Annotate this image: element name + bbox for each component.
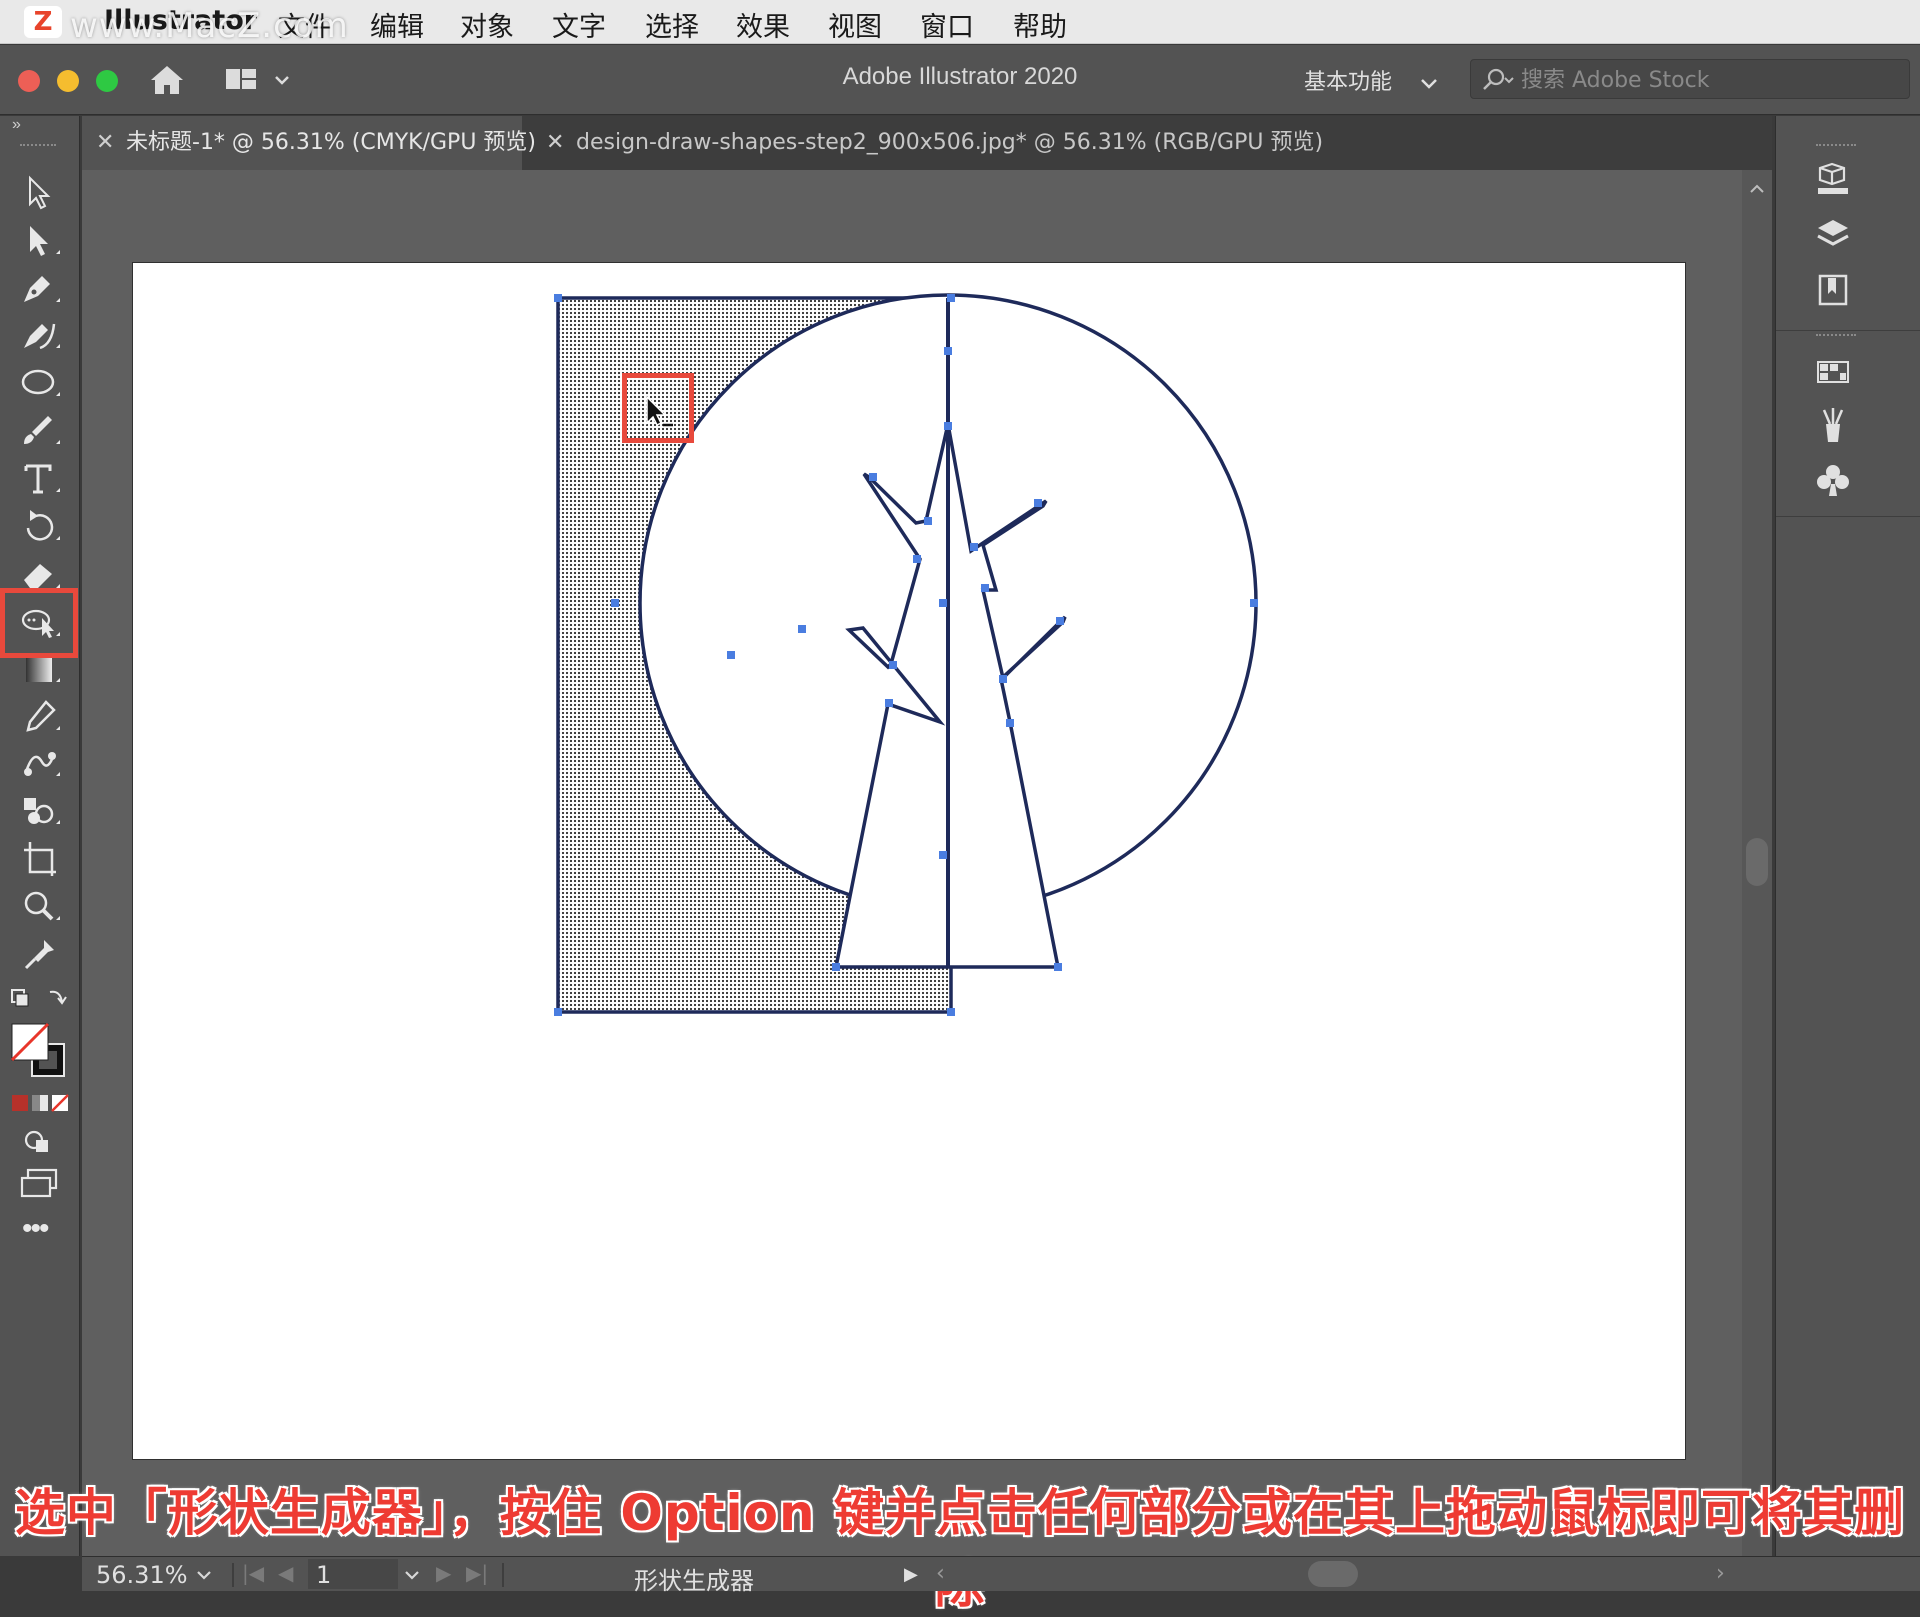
horizontal-scroll-thumb[interactable] <box>1308 1561 1358 1587</box>
pen-tool-icon[interactable] <box>16 268 64 308</box>
menu-type[interactable]: 文字 <box>552 5 606 44</box>
stock-search-input[interactable] <box>1521 66 1901 94</box>
artboard[interactable] <box>132 262 1686 1460</box>
close-tab-icon[interactable]: ✕ <box>546 116 566 170</box>
selection-tool-icon[interactable] <box>16 172 64 212</box>
tab-label: 未标题-1* @ 56.31% (CMYK/GPU 预览) <box>126 130 536 155</box>
canvas[interactable] <box>82 170 1772 1556</box>
title-bar: Adobe Illustrator 2020 基本功能 <box>0 45 1920 115</box>
toolbar-grip[interactable] <box>20 144 56 148</box>
previous-artboard-icon[interactable]: ◀ <box>278 1561 293 1585</box>
tab-design-draw-shapes[interactable]: ✕ design-draw-shapes-step2_900x506.jpg* @… <box>532 116 1352 170</box>
vertical-scrollbar[interactable] <box>1742 170 1772 1556</box>
menu-object[interactable]: 对象 <box>460 5 514 44</box>
scroll-up-icon[interactable] <box>1748 182 1766 194</box>
artboard-number: 1 <box>316 1561 332 1589</box>
fill-stroke-swatch[interactable] <box>10 1022 70 1084</box>
default-fill-stroke-icon[interactable] <box>10 984 70 1014</box>
panel-divider <box>1776 516 1920 517</box>
app-logo-icon: Z <box>24 6 62 38</box>
right-panel-dock <box>1775 116 1920 1556</box>
status-divider <box>502 1563 504 1587</box>
menu-help[interactable]: 帮助 <box>1013 5 1067 44</box>
scroll-left-icon[interactable]: ‹ <box>936 1561 945 1586</box>
paintbrush-tool-icon[interactable] <box>16 410 64 450</box>
workspace-switcher[interactable]: 基本功能 <box>1304 64 1441 96</box>
panel-grip[interactable] <box>1816 144 1856 148</box>
chevron-down-icon <box>1421 79 1437 89</box>
tutorial-caption: 选中「形状生成器」，按住 Option 键并点击任何部分或在其上拖动鼠标即可将其… <box>14 1483 1906 1615</box>
symbols-panel-icon[interactable] <box>1810 460 1856 500</box>
status-menu-icon[interactable]: ▶ <box>904 1564 918 1585</box>
eyedropper-tool-icon[interactable] <box>16 696 64 736</box>
swatches-panel-icon[interactable] <box>1810 352 1856 392</box>
panel-grip[interactable] <box>1816 334 1856 338</box>
panel-divider <box>1776 330 1920 331</box>
status-bar: 56.31% |◀ ◀ 1 ▶ ▶| 形状生成器 ▶ ‹ › <box>82 1556 1920 1595</box>
zoom-level[interactable]: 56.31% <box>96 1561 188 1589</box>
adobe-stock-search[interactable] <box>1470 59 1910 99</box>
menu-bar: Z Illustrator 文件 编辑 对象 文字 选择 效果 视图 窗口 帮助… <box>0 0 1920 46</box>
artboard-number-field[interactable]: 1 <box>308 1559 398 1589</box>
libraries-panel-icon[interactable] <box>1810 270 1856 310</box>
zoom-tool-icon[interactable] <box>16 886 64 926</box>
close-tab-icon[interactable]: ✕ <box>96 116 116 170</box>
workspace-label: 基本功能 <box>1304 70 1393 95</box>
puppet-warp-tool-icon[interactable] <box>16 934 64 974</box>
direct-selection-tool-icon[interactable] <box>16 220 64 260</box>
menu-effect[interactable]: 效果 <box>736 5 790 44</box>
rotate-tool-icon[interactable] <box>16 506 64 546</box>
shape-builder-cursor-icon <box>646 395 673 427</box>
symbol-sprayer-tool-icon[interactable] <box>16 790 64 830</box>
artboard-tool-icon[interactable] <box>16 838 64 878</box>
watermark: www.MacZ.com <box>70 6 349 46</box>
draw-mode-icon[interactable] <box>22 1126 58 1156</box>
tab-label: design-draw-shapes-step2_900x506.jpg* @ … <box>576 130 1324 155</box>
brushes-panel-icon[interactable] <box>1810 406 1856 446</box>
tools-panel: » ••• <box>0 116 80 1556</box>
menu-select[interactable]: 选择 <box>645 5 699 44</box>
document-tabs: ✕ 未标题-1* @ 56.31% (CMYK/GPU 预览) ✕ design-d… <box>82 116 1772 170</box>
curvature-tool-icon[interactable] <box>16 314 64 354</box>
color-mode-icon[interactable] <box>10 1092 70 1114</box>
type-tool-icon[interactable] <box>16 458 64 498</box>
search-icon <box>1483 68 1514 90</box>
artboard-dropdown-icon[interactable] <box>402 1567 422 1583</box>
menu-view[interactable]: 视图 <box>828 5 882 44</box>
tab-untitled-1[interactable]: ✕ 未标题-1* @ 56.31% (CMYK/GPU 预览) <box>82 116 536 170</box>
menu-edit[interactable]: 编辑 <box>370 5 424 44</box>
scroll-thumb[interactable] <box>1746 838 1768 886</box>
first-artboard-icon[interactable]: |◀ <box>242 1561 264 1585</box>
shape-builder-highlight <box>0 588 78 658</box>
scroll-right-icon[interactable]: › <box>1716 1561 1725 1586</box>
blend-tool-icon[interactable] <box>16 742 64 782</box>
artwork[interactable] <box>133 263 1687 1461</box>
screen-mode-icon[interactable] <box>18 1168 62 1198</box>
last-artboard-icon[interactable]: ▶| <box>466 1561 488 1585</box>
collapse-toolbar-icon[interactable]: » <box>12 116 21 134</box>
layers-panel-icon[interactable] <box>1810 214 1856 254</box>
menu-window[interactable]: 窗口 <box>920 5 974 44</box>
status-divider <box>232 1563 234 1587</box>
next-artboard-icon[interactable]: ▶ <box>436 1561 451 1585</box>
properties-panel-icon[interactable] <box>1810 160 1856 200</box>
zoom-dropdown-icon[interactable] <box>194 1567 214 1583</box>
ellipse-tool-icon[interactable] <box>16 362 64 402</box>
edit-toolbar-icon[interactable]: ••• <box>22 1212 49 1246</box>
